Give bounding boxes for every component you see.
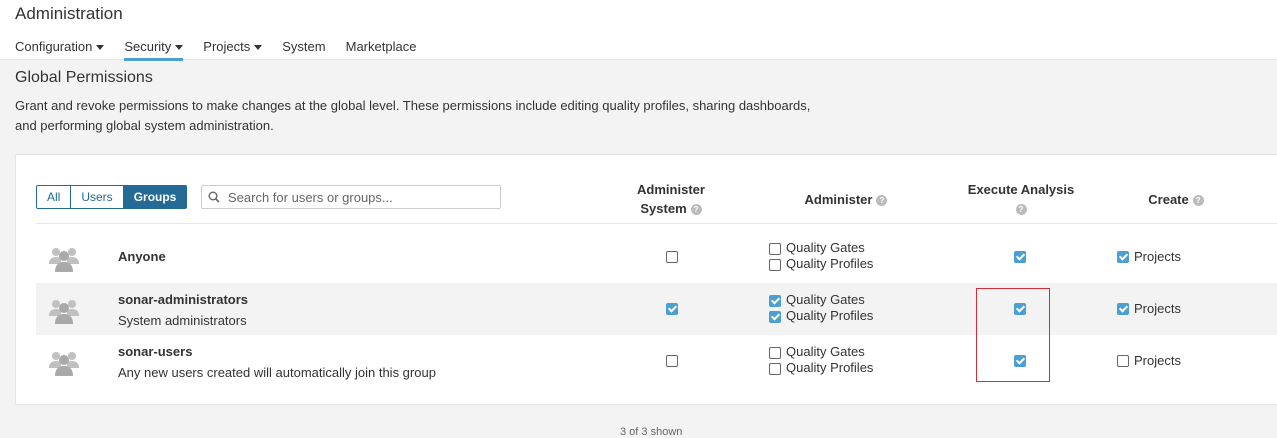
highlight-box <box>976 288 1050 382</box>
group-icon <box>49 352 79 376</box>
create-projects-checkbox[interactable] <box>1117 303 1129 315</box>
caret-down-icon <box>175 45 184 51</box>
group-icon <box>49 300 79 324</box>
column-label: System <box>640 201 687 216</box>
execute-analysis-checkbox[interactable] <box>1014 251 1026 263</box>
quality-profiles-checkbox[interactable] <box>769 311 781 323</box>
table-row: sonar-users Any new users created will a… <box>36 335 1277 387</box>
description-line: and performing global system administrat… <box>15 118 274 133</box>
column-label: Create <box>1148 192 1189 207</box>
admin-header: Administration Configuration Security Pr… <box>0 0 1277 61</box>
column-execute-analysis: Execute Analysis ? <box>956 180 1086 218</box>
help-icon[interactable]: ? <box>876 195 888 207</box>
quality-gates-label: Quality Gates <box>786 240 865 255</box>
table-row: Anyone Quality Gates Quality Profiles Pr… <box>36 231 1277 283</box>
group-description: System administrators <box>118 313 247 328</box>
group-name: sonar-administrators <box>118 292 249 307</box>
quality-gates-checkbox[interactable] <box>769 295 781 307</box>
quality-gates-label: Quality Gates <box>786 344 865 359</box>
column-create: Create? <box>1136 190 1216 209</box>
quality-gates-label: Quality Gates <box>786 292 865 307</box>
quality-profiles-label: Quality Profiles <box>786 256 874 271</box>
group-name: sonar-users <box>118 344 193 359</box>
quality-profiles-checkbox[interactable] <box>769 363 781 375</box>
filter-all-button[interactable]: All <box>36 185 72 209</box>
nav-projects[interactable]: Projects <box>203 39 263 58</box>
quality-profiles-label: Quality Profiles <box>786 308 874 323</box>
quality-gates-checkbox[interactable] <box>769 243 781 255</box>
search-box[interactable] <box>201 185 501 209</box>
nav-configuration[interactable]: Configuration <box>15 39 105 58</box>
nav-label: System <box>282 39 326 54</box>
search-input[interactable] <box>226 188 486 206</box>
search-icon <box>208 191 220 203</box>
caret-down-icon <box>254 45 263 51</box>
create-projects-checkbox[interactable] <box>1117 251 1129 263</box>
nav-label: Configuration <box>15 39 93 54</box>
create-projects-checkbox[interactable] <box>1117 355 1129 367</box>
caret-down-icon <box>96 45 105 51</box>
column-label: Execute Analysis <box>967 182 1075 197</box>
page-description: Grant and revoke permissions to make cha… <box>15 96 815 136</box>
permissions-panel: All Users Groups Administer System? Admi… <box>15 154 1277 405</box>
quality-profiles-checkbox[interactable] <box>769 259 781 271</box>
administer-system-checkbox[interactable] <box>666 251 678 263</box>
nav-label: Security <box>124 39 172 54</box>
create-projects-label: Projects <box>1134 353 1181 368</box>
column-label: Administer <box>804 192 873 207</box>
column-administer: Administer? <box>786 190 906 209</box>
create-projects-label: Projects <box>1134 249 1181 264</box>
page-title: Global Permissions <box>15 69 153 86</box>
page-heading: Administration <box>15 4 123 23</box>
create-projects-label: Projects <box>1134 301 1181 316</box>
nav-system[interactable]: System <box>282 39 325 58</box>
filter-users-button[interactable]: Users <box>71 185 124 209</box>
pagination-info: 3 of 3 shown <box>620 426 683 438</box>
nav-marketplace[interactable]: Marketplace <box>346 39 417 58</box>
help-icon[interactable]: ? <box>1015 204 1027 216</box>
group-name: Anyone <box>118 249 166 264</box>
filter-toggle: All Users Groups <box>36 185 188 209</box>
column-administer-system: Administer System? <box>626 180 716 218</box>
quality-profiles-label: Quality Profiles <box>786 360 874 375</box>
admin-nav: Configuration Security Projects System M… <box>15 39 417 61</box>
quality-gates-checkbox[interactable] <box>769 347 781 359</box>
filter-groups-button[interactable]: Groups <box>123 185 188 209</box>
help-icon[interactable]: ? <box>690 204 702 216</box>
description-line: Grant and revoke permissions to make cha… <box>15 98 811 113</box>
nav-label: Projects <box>203 39 251 54</box>
column-label: Administer <box>637 182 705 197</box>
group-icon <box>49 248 79 272</box>
administer-system-checkbox[interactable] <box>666 303 678 315</box>
nav-label: Marketplace <box>345 39 417 54</box>
group-description: Any new users created will automatically… <box>118 365 436 380</box>
header-divider <box>36 223 1277 224</box>
help-icon[interactable]: ? <box>1192 195 1204 207</box>
administer-system-checkbox[interactable] <box>666 355 678 367</box>
table-row: sonar-administrators System administrato… <box>36 283 1277 335</box>
nav-security[interactable]: Security <box>124 39 184 61</box>
